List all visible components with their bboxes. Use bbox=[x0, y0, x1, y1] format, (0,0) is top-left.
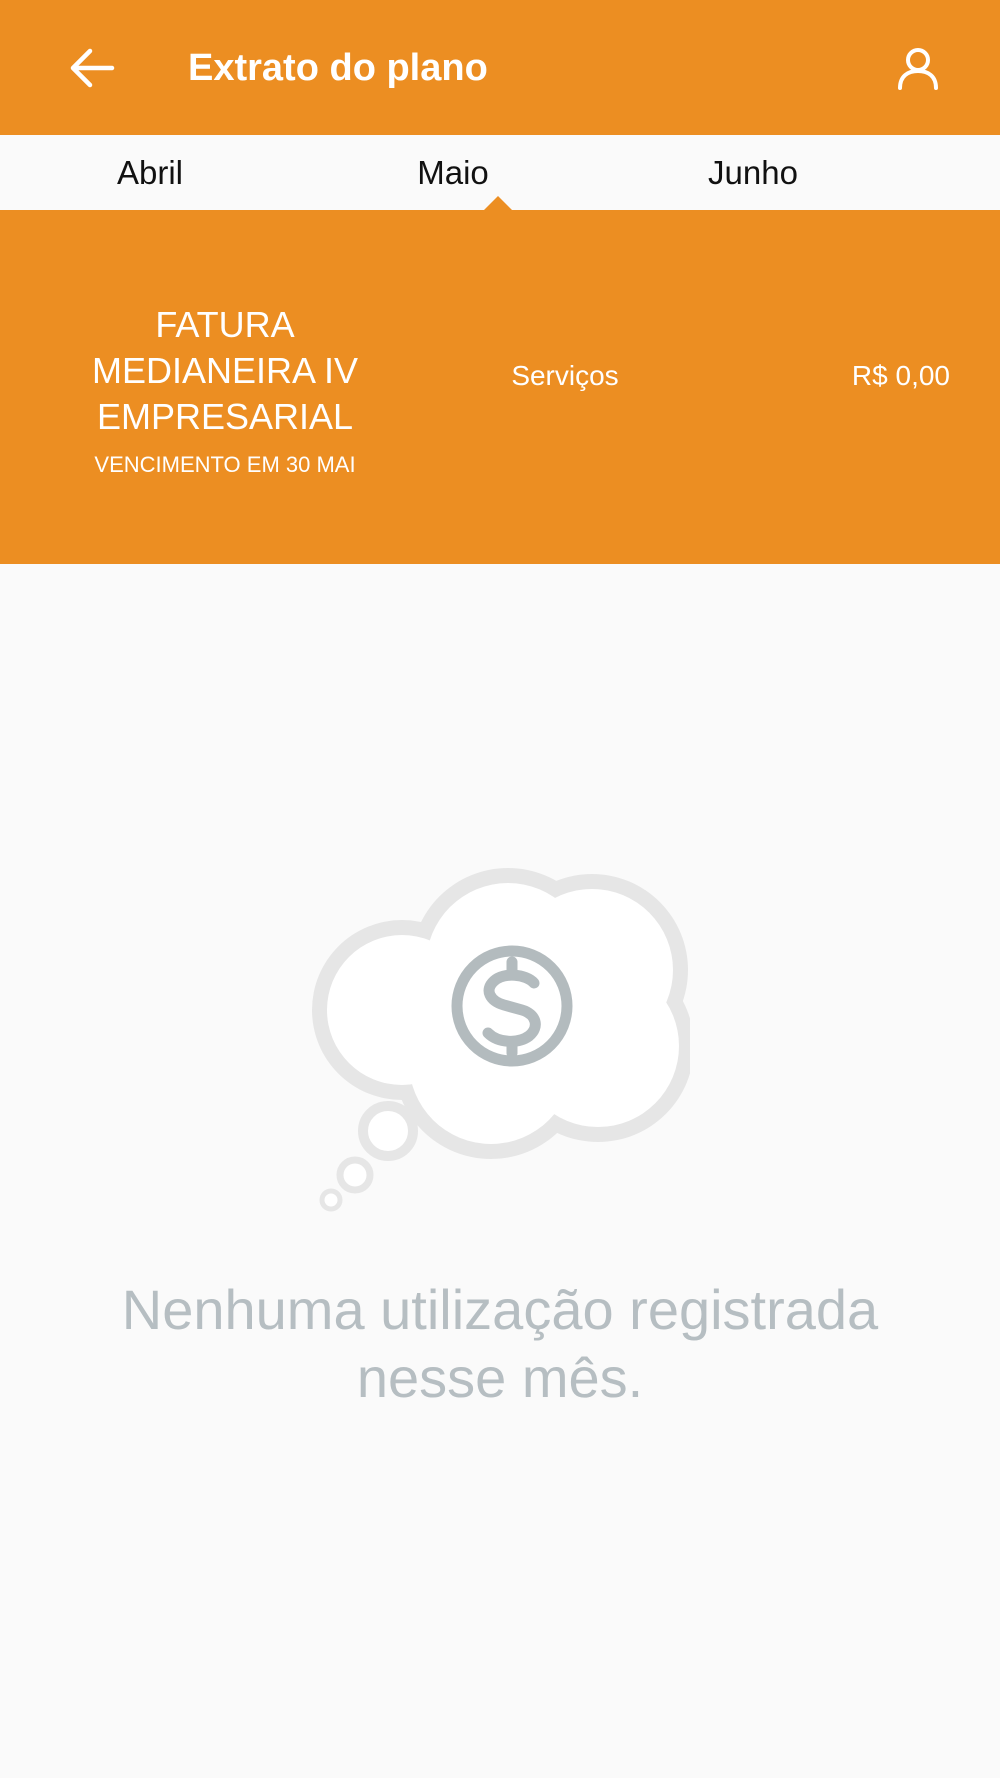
empty-state-message: Nenhuma utilização registrada nesse mês. bbox=[121, 1278, 879, 1409]
dollar-thought-cloud-icon bbox=[312, 868, 690, 1212]
back-button[interactable] bbox=[52, 28, 132, 108]
invoice-services-label: Serviços bbox=[511, 360, 619, 391]
app-screen: Extrato do plano Abril Maio Junho FATURA… bbox=[0, 0, 1000, 1778]
top-app-bar: Extrato do plano bbox=[0, 0, 1000, 135]
thought-bubbles bbox=[319, 1101, 418, 1212]
arrow-left-icon bbox=[70, 48, 115, 88]
profile-button[interactable] bbox=[878, 28, 958, 108]
page-title: Extrato do plano bbox=[188, 47, 488, 89]
invoice-name: FATURA MEDIANEIRA IV EMPRESARIAL bbox=[91, 304, 359, 437]
tab-maio[interactable]: Maio bbox=[353, 135, 553, 210]
user-icon bbox=[898, 48, 938, 90]
invoice-amount: R$ 0,00 bbox=[851, 360, 950, 391]
tab-abril[interactable]: Abril bbox=[50, 135, 250, 210]
invoice-due-date: VENCIMENTO EM 30 MAI bbox=[94, 452, 356, 477]
tab-junho[interactable]: Junho bbox=[653, 135, 853, 210]
invoice-summary[interactable]: FATURA MEDIANEIRA IV EMPRESARIAL VENCIME… bbox=[0, 210, 1000, 564]
selected-tab-indicator bbox=[484, 196, 512, 210]
